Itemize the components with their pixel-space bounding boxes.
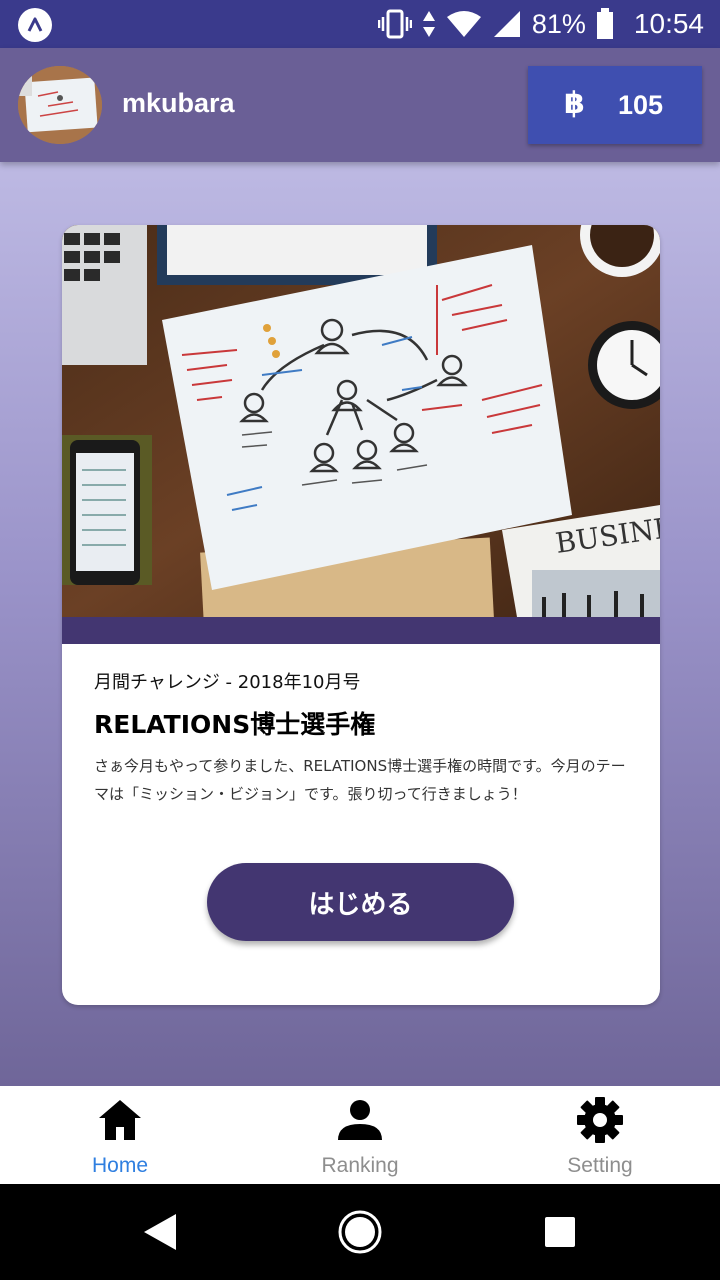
- coin-balance-button[interactable]: ฿ 105: [528, 66, 702, 144]
- challenge-card: BUSINE 月間チャレンジ - 2018年10月号 RELATIONS博士選手…: [62, 225, 660, 1005]
- tab-setting[interactable]: Setting: [480, 1086, 720, 1184]
- tab-setting-label: Setting: [567, 1154, 633, 1177]
- clock: 10:54: [633, 8, 704, 39]
- battery-icon: [596, 8, 613, 39]
- recents-button[interactable]: [500, 1184, 620, 1280]
- system-nav-bar: [0, 1184, 720, 1280]
- person-icon: [338, 1100, 382, 1140]
- home-icon: [99, 1100, 141, 1140]
- main-content: BUSINE 月間チャレンジ - 2018年10月号 RELATIONS博士選手…: [0, 162, 720, 1086]
- username: mkubara: [122, 88, 235, 118]
- tab-ranking-label: Ranking: [321, 1154, 399, 1177]
- battery-percent: 81%: [531, 8, 586, 39]
- challenge-period: 月間チャレンジ - 2018年10月号: [94, 672, 361, 693]
- home-circle-icon: [338, 1210, 382, 1254]
- status-bar: 81% 10:54: [0, 0, 720, 48]
- challenge-description: さぁ今月もやって参りました、RELATIONS博士選手権の時間です。今月のテーマ…: [94, 757, 626, 803]
- wifi-icon: [446, 11, 481, 37]
- data-arrows-icon: [422, 11, 435, 37]
- start-button[interactable]: はじめる: [207, 863, 514, 941]
- tab-home-label: Home: [91, 1154, 149, 1177]
- tab-ranking[interactable]: Ranking: [240, 1086, 480, 1184]
- tab-home[interactable]: Home: [0, 1086, 240, 1184]
- vibrate-icon: [377, 9, 412, 39]
- challenge-title: RELATIONS博士選手権: [94, 710, 376, 739]
- bottom-tab-bar: Home Ranking Setting: [0, 1086, 720, 1184]
- avatar[interactable]: [18, 66, 102, 144]
- home-nav-button[interactable]: [300, 1184, 420, 1280]
- recents-square-icon: [545, 1217, 575, 1247]
- gear-icon: [577, 1097, 623, 1143]
- back-button[interactable]: [100, 1184, 220, 1280]
- image-footer-band: [62, 617, 660, 644]
- baht-coin-icon: ฿: [564, 86, 585, 121]
- status-icons: 81% 10:54: [377, 0, 704, 48]
- back-triangle-icon: [144, 1214, 176, 1250]
- signal-icon: [493, 11, 520, 37]
- app-logo-icon: [18, 8, 52, 42]
- app-header: mkubara ฿ 105: [0, 48, 720, 162]
- challenge-image: BUSINE: [62, 225, 660, 633]
- coin-count: 105: [618, 90, 664, 120]
